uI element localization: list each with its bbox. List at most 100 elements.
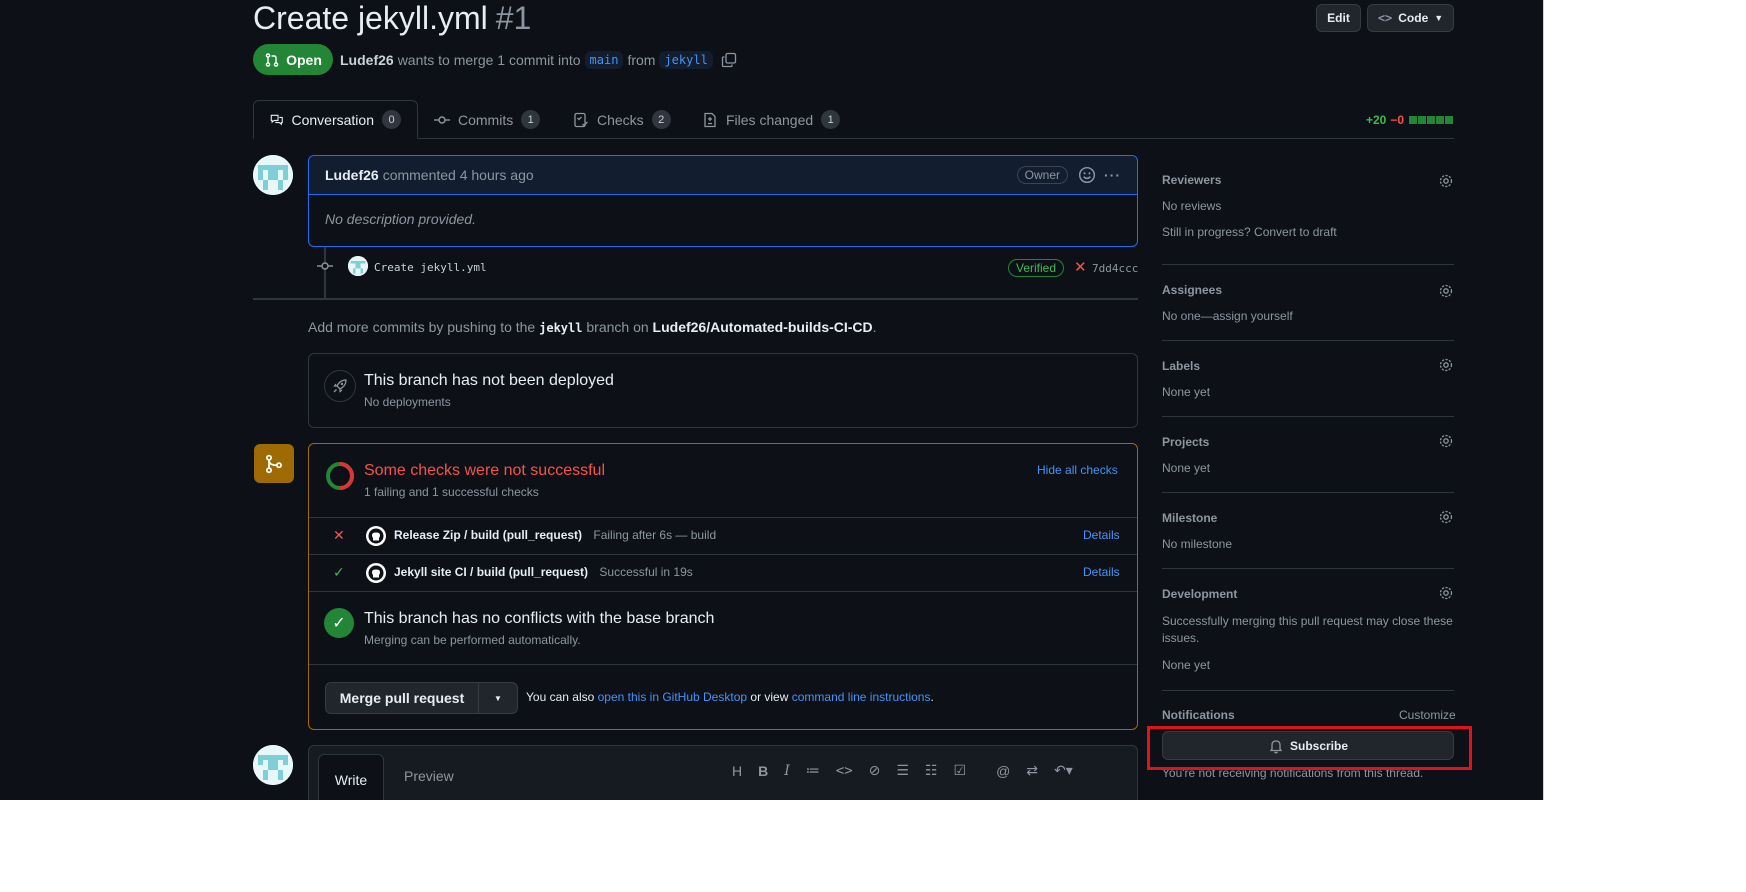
cli-instructions-link[interactable]: command line instructions [792, 690, 931, 704]
bold-icon[interactable]: B [758, 763, 768, 779]
details-link[interactable]: Details [1083, 565, 1120, 579]
projects-text: None yet [1162, 461, 1211, 475]
sidebar-divider [1162, 492, 1454, 493]
unordered-list-icon[interactable]: ☰ [896, 762, 909, 779]
commit-sha[interactable]: 7dd4ccc [1092, 262, 1138, 275]
gear-icon[interactable] [1438, 585, 1454, 601]
verified-badge[interactable]: Verified [1008, 259, 1065, 277]
write-tab[interactable]: Write [318, 754, 384, 800]
check-name: Jekyll site CI / build (pull_request) [394, 565, 589, 579]
italic-icon[interactable]: I [784, 763, 790, 779]
commit-avatar[interactable] [348, 256, 368, 276]
reviewers-title[interactable]: Reviewers [1162, 173, 1221, 187]
details-link[interactable]: Details [1083, 528, 1120, 542]
check-name: Release Zip / build (pull_request) [394, 528, 583, 542]
code-label: Code [1398, 11, 1429, 25]
identicon-icon [253, 155, 293, 195]
sidebar-divider [1162, 416, 1454, 417]
divider [309, 664, 1137, 665]
avatar[interactable] [253, 155, 293, 195]
rocket-icon [324, 370, 356, 402]
assignees-title[interactable]: Assignees [1162, 283, 1222, 297]
desktop-link[interactable]: open this in GitHub Desktop [598, 690, 747, 704]
pr-state-label: Open [286, 51, 322, 68]
gear-icon[interactable] [1438, 509, 1454, 525]
gear-icon[interactable] [1438, 357, 1454, 373]
preview-tab[interactable]: Preview [404, 768, 454, 784]
notifications-title: Notifications [1162, 708, 1235, 722]
tab-conversation[interactable]: Conversation 0 [253, 100, 418, 139]
page-title: Create jekyll.yml #1 [253, 0, 531, 37]
merge-options-caret-icon[interactable]: ▼ [479, 683, 517, 713]
link-icon[interactable]: ⊘ [869, 762, 881, 779]
tab-commits-count: 1 [521, 110, 541, 129]
gear-icon[interactable] [1438, 173, 1454, 189]
check-icon: ✓ [333, 564, 345, 580]
reply-icon[interactable]: ↶▾ [1054, 762, 1073, 779]
projects-title[interactable]: Projects [1162, 435, 1209, 449]
conflict-subtitle: Merging can be performed automatically. [364, 633, 581, 647]
repo-link[interactable]: Ludef26/Automated-builds-CI-CD [653, 319, 873, 335]
divider [309, 591, 1137, 592]
comment-author[interactable]: Ludef26 [325, 167, 379, 183]
development-text: Successfully merging this pull request m… [1162, 614, 1453, 645]
conflict-title: This branch has no conflicts with the ba… [364, 610, 715, 627]
edit-button[interactable]: Edit [1316, 4, 1361, 32]
comment-body: No description provided. [309, 195, 1137, 243]
merge-text: wants to merge 1 commit into [397, 52, 581, 68]
code-icon[interactable]: <> [836, 763, 853, 779]
assign-yourself-link[interactable]: No one—assign yourself [1162, 309, 1293, 323]
owner-badge: Owner [1016, 166, 1068, 184]
checks-title: Some checks were not successful [364, 462, 605, 479]
copy-icon[interactable] [721, 52, 737, 68]
gear-icon[interactable] [1438, 433, 1454, 449]
comment-header: Ludef26 commented 4 hours ago Owner ··· [309, 156, 1137, 195]
identicon-icon [253, 745, 293, 785]
convert-to-draft-link[interactable]: Still in progress? Convert to draft [1162, 225, 1337, 239]
development-none: None yet [1162, 658, 1211, 672]
heading-icon[interactable]: H [732, 763, 742, 779]
pull-request-icon [265, 52, 279, 67]
hide-checks-link[interactable]: Hide all checks [1037, 463, 1118, 477]
sidebar-divider [1162, 690, 1454, 691]
merge-button-group: Merge pull request ▼ [325, 682, 518, 714]
quote-icon[interactable]: ≔ [806, 762, 820, 779]
pr-author-link[interactable]: Ludef26 [340, 52, 394, 68]
ordered-list-icon[interactable]: ☷ [925, 762, 938, 779]
tab-checks-label: Checks [597, 111, 644, 128]
pr-number: #1 [495, 0, 532, 36]
push-note-branch: jekyll [539, 321, 583, 335]
deployment-box: This branch has not been deployed No dep… [308, 353, 1138, 428]
mention-icon[interactable]: @ [996, 763, 1010, 779]
github-pr-page: Create jekyll.yml #1 Edit <> Code ▼ Open … [0, 0, 1544, 800]
git-commit-icon [434, 115, 450, 124]
identicon-icon [348, 256, 368, 276]
tasklist-icon[interactable]: ☑ [954, 762, 967, 779]
labels-title[interactable]: Labels [1162, 359, 1200, 373]
caret-down-icon: ▼ [1434, 13, 1444, 23]
avatar[interactable] [253, 745, 293, 785]
check-status: Failing after 6s — build [593, 528, 717, 542]
code-button[interactable]: <> Code ▼ [1367, 4, 1454, 32]
x-icon: ✕ [333, 527, 345, 543]
head-branch[interactable]: jekyll [659, 51, 713, 69]
development-title[interactable]: Development [1162, 587, 1237, 601]
push-note-prefix: Add more commits by pushing to the [308, 319, 536, 335]
commit-message-link[interactable]: Create jekyll.yml [374, 261, 487, 274]
tab-commits-label: Commits [458, 111, 514, 128]
kebab-horizontal-icon[interactable]: ··· [1104, 167, 1121, 183]
milestone-title[interactable]: Milestone [1162, 511, 1217, 525]
tab-files-changed[interactable]: Files changed 1 [702, 100, 841, 139]
check-circle-icon: ✓ [324, 608, 354, 638]
smiley-icon[interactable] [1078, 166, 1096, 184]
gear-icon[interactable] [1438, 283, 1454, 299]
tab-checks[interactable]: Checks 2 [573, 100, 671, 139]
checks-status-ring-icon [326, 462, 354, 490]
base-branch[interactable]: main [584, 51, 624, 69]
merge-button[interactable]: Merge pull request [326, 683, 479, 713]
customize-link[interactable]: Customize [1399, 708, 1456, 722]
cross-reference-icon[interactable]: ⇄ [1026, 762, 1038, 779]
tab-commits[interactable]: Commits 1 [434, 100, 541, 139]
comment-timestamp[interactable]: commented 4 hours ago [383, 167, 534, 183]
x-icon[interactable]: ✕ [1074, 258, 1087, 276]
